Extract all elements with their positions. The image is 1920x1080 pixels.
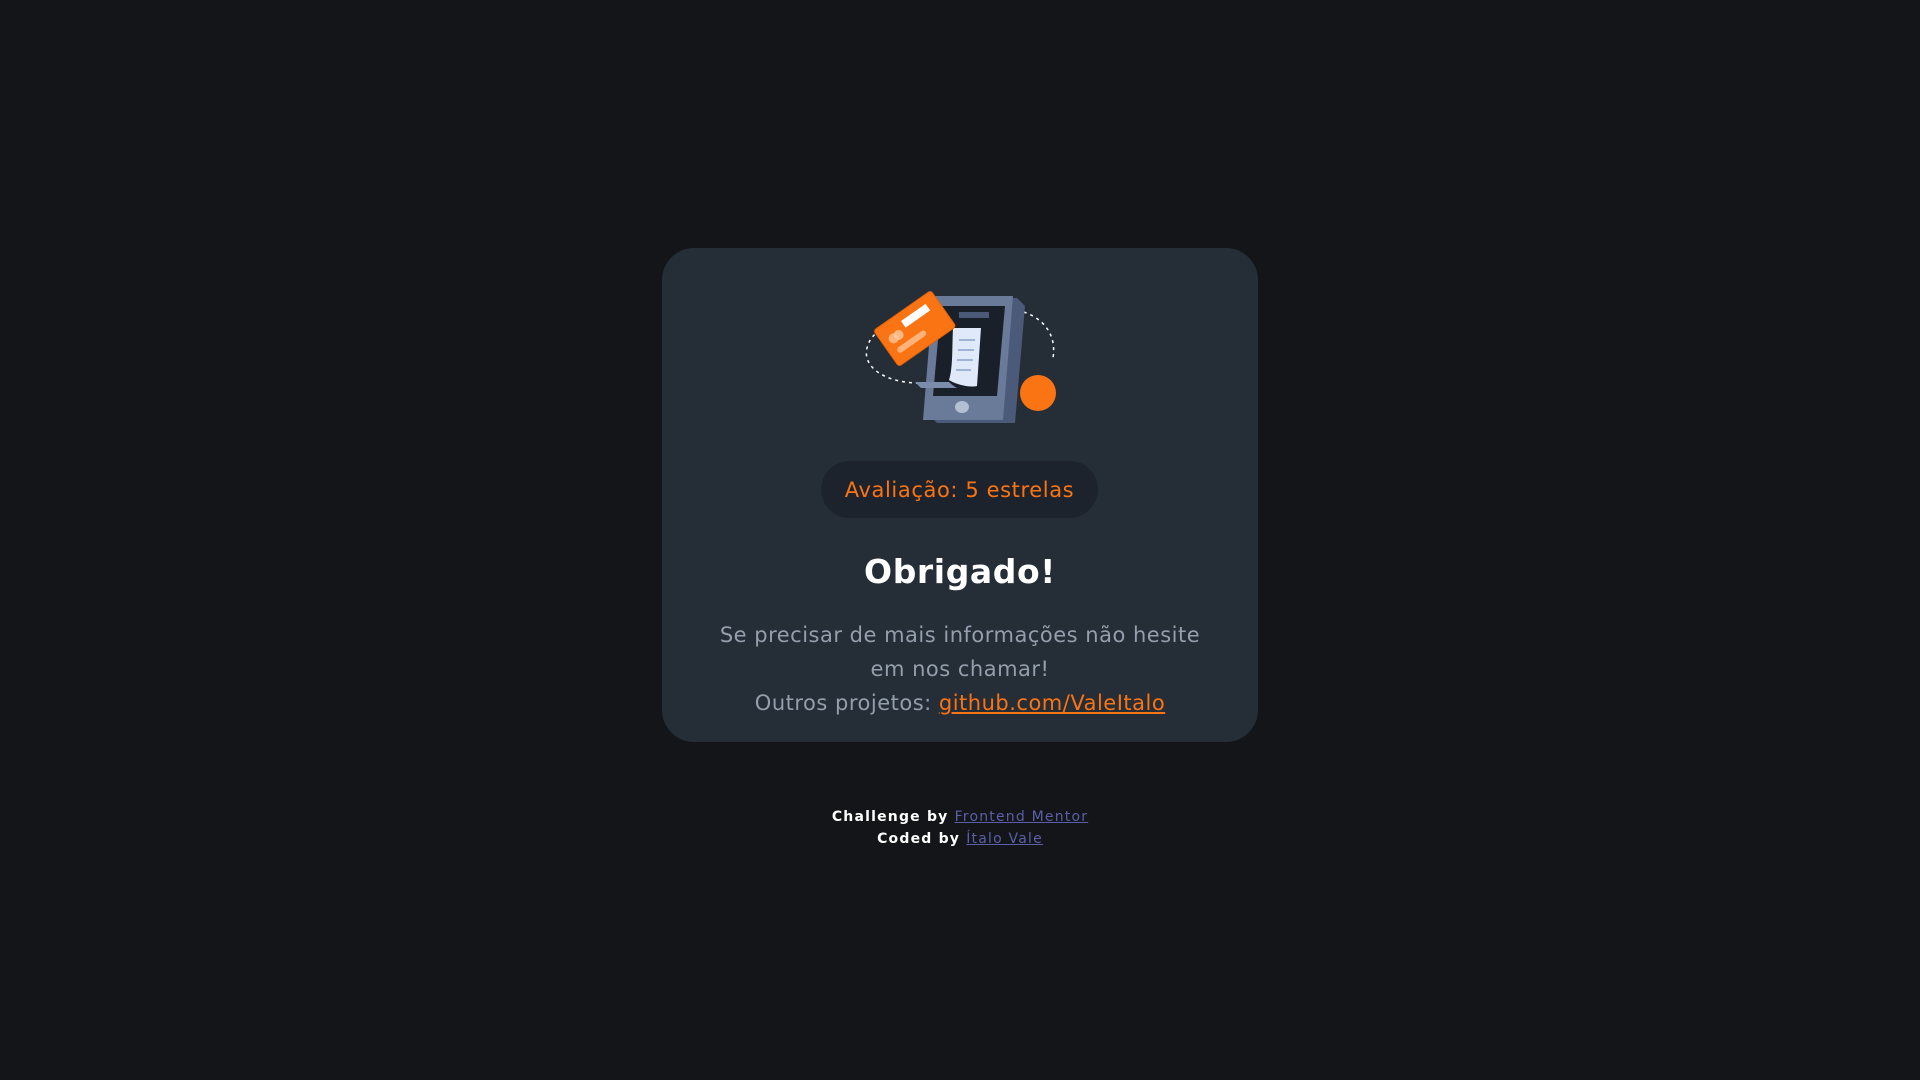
challenge-attribution: Challenge by Frontend Mentor [0,806,1920,828]
challenge-label: Challenge by [831,809,955,825]
message-line-1: Se precisar de mais informações não hesi… [719,623,1201,647]
thank-you-card: Avaliação: 5 estrelas Obrigado! Se preci… [662,248,1258,742]
author-link[interactable]: Ítalo Vale [966,831,1043,847]
phone-payment-illustration-icon [865,291,1056,423]
rating-text: Avaliação: 5 estrelas [844,477,1075,502]
rating-badge: Avaliação: 5 estrelas [821,461,1098,518]
coded-by-label: Coded by [877,831,967,847]
thank-you-message: Se precisar de mais informações não hesi… [702,618,1218,720]
projects-label: Outros projetos: [754,691,939,715]
thank-you-title: Obrigado! [864,552,1056,591]
frontend-mentor-link[interactable]: Frontend Mentor [955,809,1089,825]
message-line-2: em nos chamar! [870,657,1050,681]
attribution: Challenge by Frontend Mentor Coded by Ít… [0,806,1920,850]
projects-line: Outros projetos: github.com/ValeItalo [702,686,1218,720]
coded-by-attribution: Coded by Ítalo Vale [0,828,1920,850]
github-link[interactable]: github.com/ValeItalo [939,691,1165,715]
